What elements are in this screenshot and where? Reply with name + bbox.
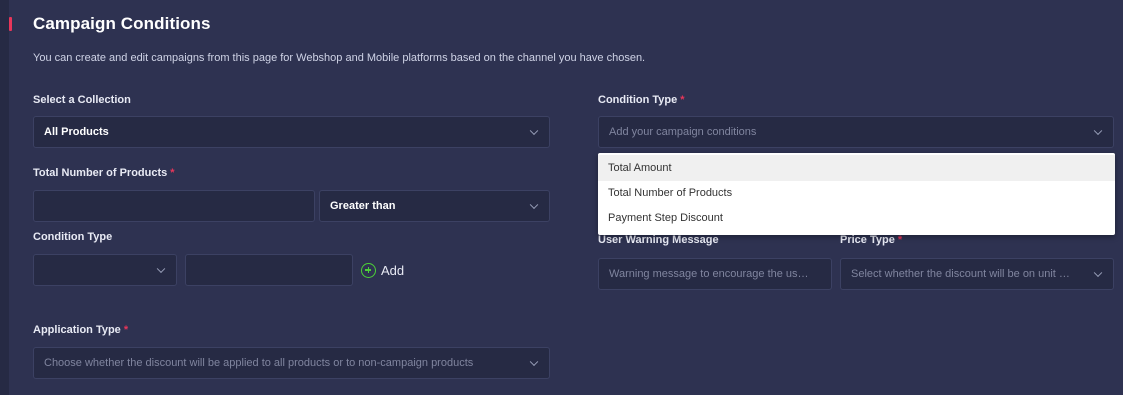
section-accent-bar xyxy=(9,17,12,31)
collection-label-text: Select a Collection xyxy=(33,94,131,106)
application-type-select[interactable]: Choose whether the discount will be appl… xyxy=(33,347,550,379)
dropdown-option-total-number-of-products[interactable]: Total Number of Products xyxy=(598,180,1115,206)
required-asterisk: * xyxy=(680,94,685,106)
application-type-placeholder: Choose whether the discount will be appl… xyxy=(44,357,474,369)
condition-type-dropdown-menu: Total Amount Total Number of Products Pa… xyxy=(598,153,1115,235)
collection-select[interactable]: All Products xyxy=(33,116,550,148)
chevron-down-icon xyxy=(1093,126,1103,136)
required-asterisk: * xyxy=(123,324,129,336)
price-type-placeholder: Select whether the discount will be on u… xyxy=(851,268,1070,280)
page-title: Campaign Conditions xyxy=(33,14,211,33)
add-condition-button[interactable]: Add xyxy=(361,262,404,278)
application-type-label: Application Type * xyxy=(33,324,128,336)
required-asterisk: * xyxy=(170,167,175,179)
condition-value-input[interactable] xyxy=(185,254,353,286)
page-description: You can create and edit campaigns from t… xyxy=(33,52,646,64)
application-type-label-text: Application Type xyxy=(33,324,121,336)
price-type-select[interactable]: Select whether the discount will be on u… xyxy=(840,258,1114,290)
chevron-down-icon xyxy=(156,264,166,274)
condition-type-right-label: Condition Type * xyxy=(598,94,685,106)
condition-type-right-label-text: Condition Type xyxy=(598,94,678,106)
price-type-label-text: Price Type xyxy=(840,234,895,246)
operator-select-value: Greater than xyxy=(330,200,396,212)
collection-select-value: All Products xyxy=(44,126,109,138)
chevron-down-icon xyxy=(529,126,539,136)
operator-select[interactable]: Greater than xyxy=(319,190,550,222)
condition-type-left-label: Condition Type xyxy=(33,231,112,243)
required-asterisk: * xyxy=(897,234,903,246)
price-type-label: Price Type * xyxy=(840,234,902,246)
warning-message-input[interactable]: Warning message to encourage the us… xyxy=(598,258,832,290)
warning-message-placeholder: Warning message to encourage the us… xyxy=(609,268,809,280)
total-products-label-text: Total Number of Products xyxy=(33,167,168,179)
collection-label: Select a Collection xyxy=(33,94,131,106)
condition-type-placeholder: Add your campaign conditions xyxy=(609,126,757,138)
total-products-label: Total Number of Products * xyxy=(33,167,175,179)
left-sidebar-strip xyxy=(0,0,9,395)
condition-type-left-label-text: Condition Type xyxy=(33,231,113,243)
condition-type-small-select[interactable] xyxy=(33,254,177,286)
add-condition-label: Add xyxy=(381,262,405,278)
dropdown-option-total-amount[interactable]: Total Amount xyxy=(598,155,1115,181)
dropdown-option-payment-step-discount[interactable]: Payment Step Discount xyxy=(598,205,1115,231)
condition-type-select[interactable]: Add your campaign conditions xyxy=(598,116,1114,148)
total-products-input[interactable] xyxy=(33,190,315,222)
warning-message-label-text: User Warning Message xyxy=(598,234,719,246)
chevron-down-icon xyxy=(529,357,539,367)
warning-message-label: User Warning Message xyxy=(598,234,719,246)
plus-circle-icon xyxy=(361,262,376,278)
chevron-down-icon xyxy=(529,200,539,210)
